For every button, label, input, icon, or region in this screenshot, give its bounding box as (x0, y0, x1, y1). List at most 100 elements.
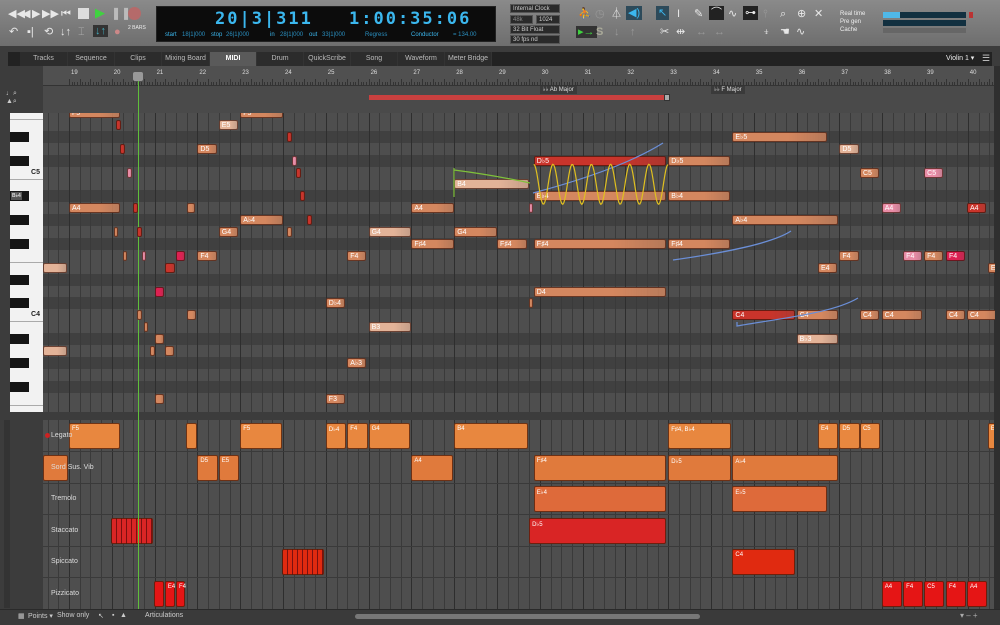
tab-quickscribe[interactable]: QuickScribe (304, 52, 351, 66)
tab-song[interactable]: Song (351, 52, 398, 66)
articulation-lanes[interactable]: Legato F5 F5 D♭4 F4 G4 B4 F♯4, B♭4 E4 D5 C5 E Sord S… (43, 420, 995, 610)
black-key[interactable] (10, 155, 29, 166)
fast-forward-button[interactable]: ▶▶ (42, 8, 59, 20)
articulation-block[interactable]: F4 (945, 581, 967, 607)
lane-pizzicato[interactable]: Pizzicato E4 F4 A4 F4 C5 F4 A4 (43, 578, 995, 610)
black-key[interactable] (10, 334, 29, 345)
playhead-handle[interactable] (133, 72, 143, 81)
clock-icon[interactable]: ◷ (595, 8, 605, 20)
tempo-tool-icon[interactable]: ⊕ (797, 8, 806, 20)
play-from-icon[interactable]: ▸→ (576, 26, 597, 38)
tab-drum[interactable]: Drum (257, 52, 304, 66)
tab-clips[interactable]: Clips (115, 52, 162, 66)
articulation-block[interactable]: A4 (411, 454, 453, 481)
black-key[interactable] (10, 238, 29, 249)
articulation-block[interactable]: F4 (176, 581, 186, 607)
black-key[interactable] (10, 215, 29, 226)
black-key[interactable] (10, 131, 29, 142)
note-grid[interactable]: F5 F5 E5 D5 A4 A♭4 G4 G4 A4 B4 G4 F♯4 F♯4 F4 F4 D♭4 B3 A♭… (43, 113, 995, 412)
in-value[interactable]: 28|1|000 (280, 32, 303, 38)
loop-icon[interactable]: ⟲ (44, 26, 53, 38)
tab-midi[interactable]: MIDI (210, 52, 257, 66)
articulation-block[interactable]: A♭4 (732, 454, 839, 481)
back-button[interactable]: ◀ (22, 8, 30, 20)
punch-icon[interactable]: ▪| (27, 26, 34, 38)
cursor-icon[interactable]: ↖ (98, 612, 104, 620)
counter-time[interactable]: 1:00:35:06 (349, 9, 471, 29)
articulation-block[interactable] (154, 581, 165, 607)
region-end-handle[interactable] (663, 94, 670, 101)
nudge-up-icon[interactable]: ↑ (630, 26, 636, 38)
metronome-tool-icon[interactable]: ⏃ (611, 8, 622, 20)
articulation-block[interactable]: C5 (859, 423, 881, 449)
auto-scroll-icon[interactable]: ⛹ (578, 8, 592, 20)
lane-resize-handle[interactable] (4, 420, 10, 608)
track-select[interactable]: Violin 1 ▾ (946, 54, 974, 62)
key-tool-icon[interactable]: ⊶ (743, 6, 758, 20)
tab-waveform[interactable]: Waveform (398, 52, 445, 66)
articulation-block[interactable]: F5 (240, 423, 282, 449)
lane-sord-sus-vib[interactable]: Sord Sus. Vib D5 E5 A4 F♯4 D♭5 A♭4 (43, 452, 995, 484)
tab-tracks[interactable]: Tracks (20, 52, 68, 66)
articulation-block[interactable]: E4 (818, 423, 839, 449)
articulation-block[interactable] (185, 423, 197, 449)
key-change-marker[interactable]: ♭♭ F Major (711, 86, 745, 94)
speaker-icon[interactable]: ◀) (626, 6, 643, 20)
tab-sequence[interactable]: Sequence (68, 52, 115, 66)
key-change-marker[interactable]: ♭♭ Ab Major (539, 86, 577, 94)
filter-icon[interactable]: ⍖ (763, 26, 770, 38)
zoom-tool-icon[interactable]: ⌕ (780, 8, 786, 20)
articulation-block[interactable]: F4 (347, 423, 368, 449)
articulation-block[interactable]: C5 (924, 581, 945, 607)
return-to-zero-button[interactable]: ⏮ (61, 8, 71, 20)
grid-icon[interactable]: ▦ (18, 612, 25, 620)
triangle-icon[interactable]: ▲ (120, 612, 127, 619)
lane-legato[interactable]: Legato F5 F5 D♭4 F4 G4 B4 F♯4, B♭4 E4 D5 C5 E (43, 420, 995, 452)
black-key[interactable] (10, 357, 29, 368)
trim-icon[interactable]: ↔ (714, 26, 725, 38)
articulation-block[interactable] (282, 549, 325, 576)
black-key[interactable] (10, 298, 29, 309)
articulation-block[interactable]: F♯4, B♭4 (668, 423, 732, 449)
step-record-icon[interactable]: ↓↑ (60, 26, 71, 38)
stretch-icon[interactable]: ↔ (696, 26, 707, 38)
articulation-block[interactable]: D5 (197, 454, 218, 481)
menu-icon[interactable]: ☰ (982, 53, 990, 64)
articulations-select[interactable]: Articulations (145, 612, 183, 619)
bars-countoff[interactable]: 2 BARS (128, 25, 146, 31)
square-icon[interactable]: ▪ (112, 612, 114, 619)
articulation-block[interactable]: D♭5 (529, 517, 667, 544)
articulation-block[interactable]: D♭4 (325, 423, 347, 449)
tab-meter-bridge[interactable]: Meter Bridge (445, 52, 492, 66)
wave-tool-icon[interactable]: ∿ (728, 8, 737, 20)
articulation-block[interactable]: E♭4 (533, 486, 667, 513)
tempo-value[interactable]: = 134.00 (453, 32, 477, 38)
undo-icon[interactable]: ↶ (9, 26, 18, 38)
conductor-region[interactable] (368, 95, 664, 100)
pencil-tool-icon[interactable]: ✎ (694, 8, 703, 20)
zoom-controls[interactable]: ▾ – + (960, 611, 978, 620)
overdub-icon[interactable]: ⌶ (78, 26, 85, 38)
curve-tool-icon[interactable]: ⌒ (709, 6, 724, 20)
metronome-icon[interactable]: ● (114, 26, 121, 38)
articulation-block[interactable]: F5 (69, 423, 121, 449)
horizontal-scrollbar[interactable] (355, 614, 700, 619)
tab-mixing-board[interactable]: Mixing Board (162, 52, 210, 66)
split-icon[interactable]: ⇹ (676, 26, 685, 38)
articulation-block[interactable]: C4 (732, 549, 796, 576)
articulation-block[interactable] (110, 517, 153, 544)
time-ruler[interactable]: 19 20 21 22 23 24 25 26 27 28 29 30 31 32 33 34 35 36 37 38… (43, 66, 1000, 86)
articulation-block[interactable]: G4 (368, 423, 411, 449)
articulation-block[interactable]: F♯4 (533, 454, 667, 481)
conductor-label[interactable]: Conductor (411, 32, 439, 38)
articulation-block[interactable]: B4 (454, 423, 528, 449)
close-tool-icon[interactable]: ✕ (814, 8, 823, 20)
nudge-down-icon[interactable]: ↓ (614, 26, 620, 38)
buffer-size[interactable]: 1024 (536, 15, 560, 24)
articulation-block[interactable]: D5 (839, 423, 860, 449)
lane-spiccato[interactable]: Spiccato C4 (43, 546, 995, 579)
note-zoom-icon[interactable]: ♩⌕ (6, 90, 17, 98)
articulation-block[interactable]: D♭5 (668, 454, 732, 481)
articulation-block[interactable]: E♭5 (732, 486, 828, 513)
sample-rate[interactable]: 48k (510, 15, 533, 24)
